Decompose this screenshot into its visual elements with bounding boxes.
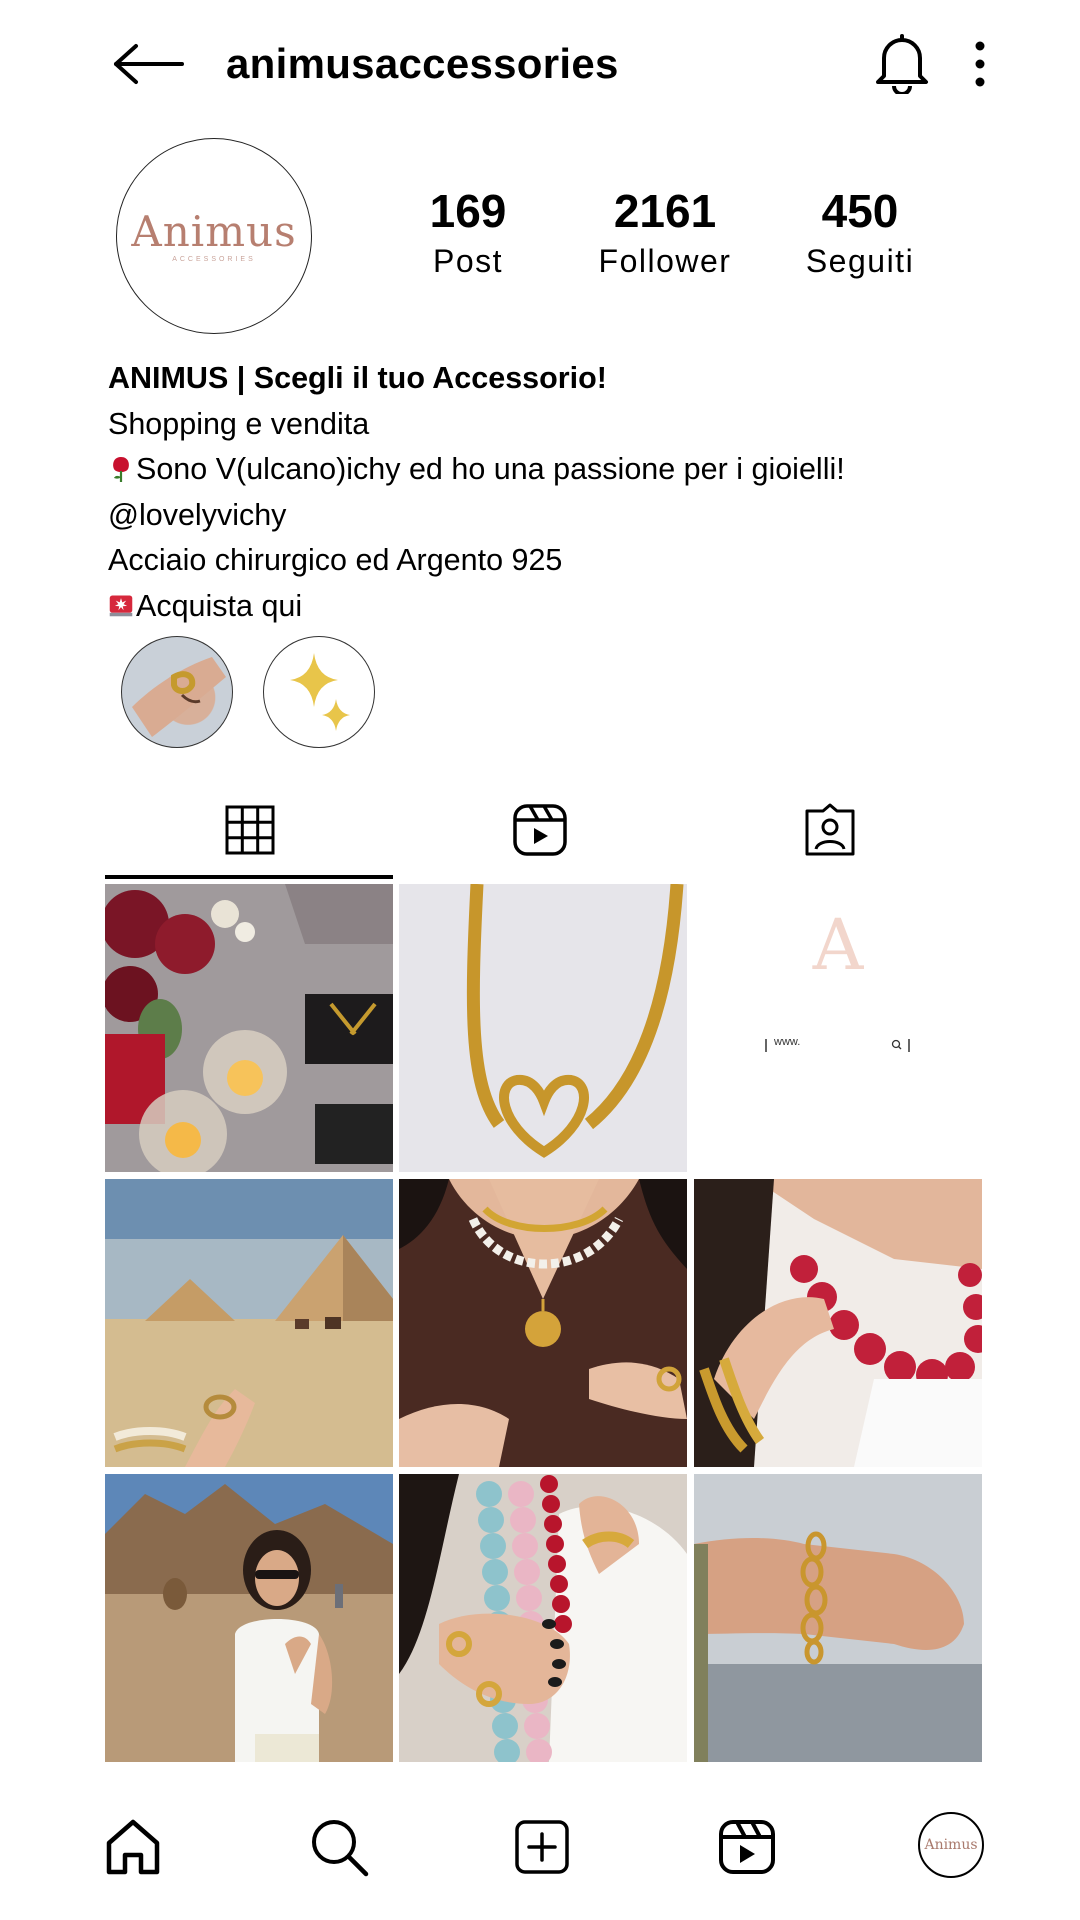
stat-followers[interactable]: 2161 Follower <box>565 184 765 282</box>
profile-username: animusaccessories <box>226 40 619 87</box>
back-button[interactable] <box>110 36 190 92</box>
tab-tagged[interactable] <box>685 780 975 880</box>
post-image <box>399 884 687 1172</box>
post-image <box>694 1179 982 1467</box>
grid-post-red-necklace[interactable] <box>694 1179 982 1467</box>
bio-line-1-text: Sono V(ulcano)ichy ed ho una passione pe… <box>136 452 845 486</box>
profile-avatar[interactable]: Animus ACCESSORIES <box>116 138 312 334</box>
post-image <box>399 1474 687 1762</box>
post-logo-url: www. <box>774 1036 801 1048</box>
nav-profile-avatar-text: Animus <box>924 1837 978 1853</box>
nav-profile[interactable]: Animus <box>918 1812 984 1878</box>
post-image <box>105 884 393 1172</box>
post-image <box>694 1474 982 1762</box>
grid-post-layered-necklaces[interactable] <box>399 1179 687 1467</box>
stat-following[interactable]: 450 Seguiti <box>760 184 960 282</box>
bio-cta[interactable]: Acquista qui <box>108 584 1008 630</box>
notifications-button[interactable] <box>872 30 932 94</box>
posts-count: 169 <box>429 185 507 237</box>
reels-icon <box>513 804 567 856</box>
bio-category: Shopping e vendita <box>108 406 370 441</box>
grid-post-pyramids[interactable] <box>105 1179 393 1467</box>
post-image <box>399 1179 687 1467</box>
bio-mention[interactable]: @lovelyvichy <box>108 493 1008 539</box>
bio-cta-text: Acquista qui <box>136 588 303 623</box>
avatar-subtext: ACCESSORIES <box>172 255 256 263</box>
post-logo-letter: A <box>812 904 864 986</box>
more-vertical-icon <box>975 41 985 87</box>
ring-hand-image <box>132 657 226 737</box>
grid-post-heart-necklace[interactable] <box>399 884 687 1172</box>
highlight-sparkles[interactable] <box>263 636 375 748</box>
nav-search[interactable] <box>304 1812 374 1882</box>
siren-icon <box>109 594 133 616</box>
tab-reels[interactable] <box>395 780 685 880</box>
highlight-ring[interactable] <box>121 636 233 748</box>
home-icon <box>106 1819 160 1875</box>
posts-label: Post <box>432 243 504 279</box>
bio-display-name: ANIMUS | Scegli il tuo Accessorio! <box>108 361 607 395</box>
grid-post-bead-strands[interactable] <box>399 1474 687 1762</box>
stat-posts[interactable]: 169 Post <box>368 184 568 282</box>
bio-line-1: Sono V(ulcano)ichy ed ho una passione pe… <box>108 447 1008 493</box>
avatar-brand-text: Animus <box>131 206 297 256</box>
following-count: 450 <box>821 185 899 237</box>
grid-icon <box>225 805 275 855</box>
grid-post-chain-bracelet[interactable] <box>694 1474 982 1762</box>
active-tab-indicator <box>105 875 393 879</box>
more-options-button[interactable] <box>962 34 998 94</box>
followers-label: Follower <box>598 243 732 279</box>
back-arrow-icon <box>114 44 184 84</box>
reels-icon <box>719 1820 775 1874</box>
profile-bio: ANIMUS | Scegli il tuo Accessorio! Shopp… <box>108 356 1008 629</box>
nav-create[interactable] <box>507 1812 577 1882</box>
nav-reels[interactable] <box>712 1812 782 1882</box>
bell-icon <box>876 34 928 94</box>
tab-posts-grid[interactable] <box>105 780 395 880</box>
bio-line-2: Acciaio chirurgico ed Argento 925 <box>108 543 563 577</box>
post-image <box>105 1179 393 1467</box>
create-icon <box>515 1820 569 1874</box>
nav-home[interactable] <box>98 1812 168 1882</box>
grid-post-desert-portrait[interactable] <box>105 1474 393 1762</box>
sparkles-icon <box>290 653 350 731</box>
search-icon <box>312 1820 369 1877</box>
following-label: Seguiti <box>805 243 915 279</box>
tagged-user-icon <box>805 803 855 856</box>
followers-count: 2161 <box>613 185 717 237</box>
post-image <box>105 1474 393 1762</box>
rose-icon <box>113 457 129 482</box>
grid-post-candles[interactable] <box>105 884 393 1172</box>
grid-post-logo[interactable]: A www. <box>694 884 982 1172</box>
